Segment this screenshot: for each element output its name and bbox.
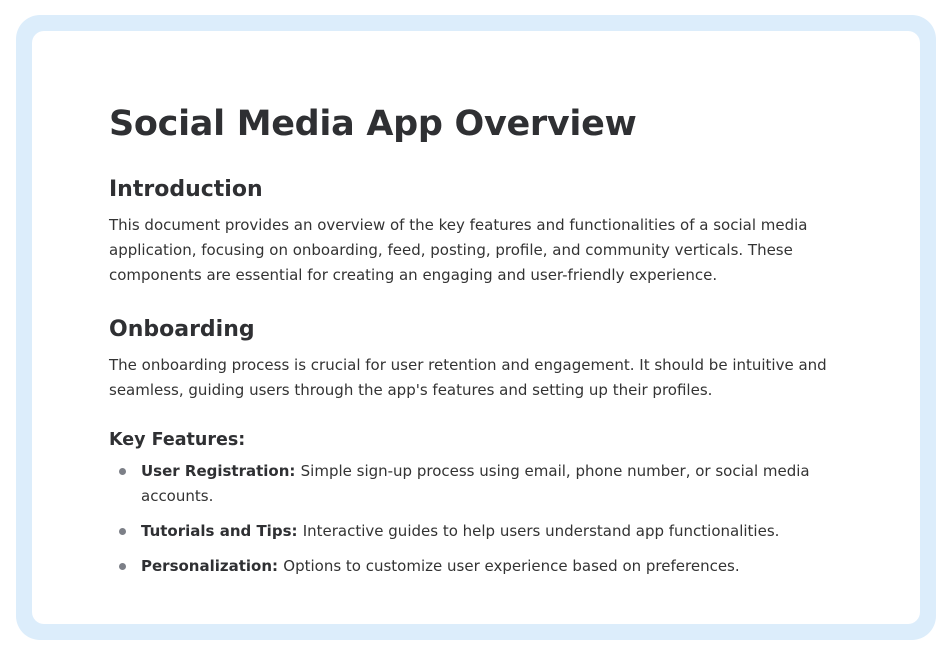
feature-description: Options to customize user experience bas… xyxy=(283,557,740,575)
list-item: Personalization: Options to customize us… xyxy=(109,554,843,579)
onboarding-paragraph: The onboarding process is crucial for us… xyxy=(109,356,827,399)
key-features-list: User Registration: Simple sign-up proces… xyxy=(109,459,843,579)
feature-term: Tutorials and Tips: xyxy=(141,522,303,540)
feature-term: User Registration: xyxy=(141,462,301,480)
feature-description: Interactive guides to help users underst… xyxy=(302,522,780,540)
page-title: Social Media App Overview xyxy=(109,104,637,144)
introduction-paragraph: This document provides an overview of th… xyxy=(109,216,808,284)
bullet-icon xyxy=(119,563,126,570)
document-page: Social Media App Overview Introduction T… xyxy=(32,31,920,624)
list-item: Tutorials and Tips: Interactive guides t… xyxy=(109,519,843,544)
section-heading-introduction: Introduction xyxy=(109,177,263,202)
document-frame: Social Media App Overview Introduction T… xyxy=(16,15,936,640)
section-heading-onboarding: Onboarding xyxy=(109,317,255,342)
list-item: User Registration: Simple sign-up proces… xyxy=(109,459,843,509)
feature-term: Personalization: xyxy=(141,557,284,575)
key-features-heading: Key Features: xyxy=(109,430,246,450)
bullet-icon xyxy=(119,528,126,535)
bullet-icon xyxy=(119,468,126,475)
